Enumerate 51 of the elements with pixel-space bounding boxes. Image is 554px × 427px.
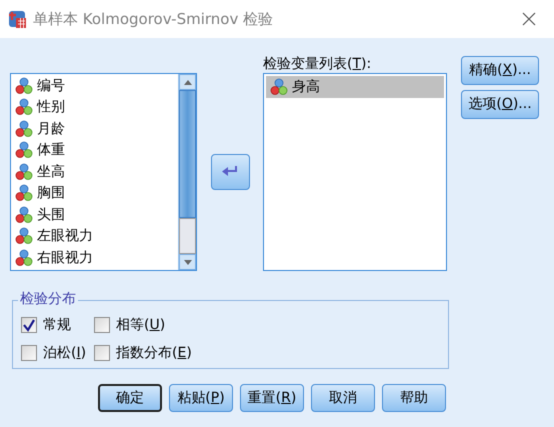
variable-item[interactable]: 左眼视力 xyxy=(11,226,178,247)
checkbox-option[interactable]: 泊松(I) xyxy=(21,343,94,363)
variable-item[interactable]: 体重 xyxy=(11,140,178,161)
dialog-button[interactable]: 精确(X)... xyxy=(461,56,539,85)
scroll-thumb[interactable] xyxy=(179,218,196,254)
close-icon[interactable] xyxy=(522,12,536,26)
source-variable-list[interactable]: 编号 性别 月龄 体重 坐高 胸围 头围 左眼视力 右眼视力 xyxy=(10,73,197,271)
down-arrow-icon xyxy=(184,260,192,264)
variable-icon xyxy=(15,162,33,181)
variable-item[interactable]: 坐高 xyxy=(11,161,178,182)
checkbox[interactable] xyxy=(94,317,110,333)
group-title: 检验分布 xyxy=(18,291,78,308)
variable-icon xyxy=(15,227,33,246)
checkbox[interactable] xyxy=(21,345,37,361)
left-arrow-icon xyxy=(221,165,239,179)
dialog-button[interactable]: 确定 xyxy=(98,384,162,412)
app-icon xyxy=(7,9,27,29)
variable-item[interactable]: 月龄 xyxy=(11,118,178,140)
checkmark-icon xyxy=(22,318,36,332)
checkbox[interactable] xyxy=(94,345,110,361)
variable-item[interactable]: 胸围 xyxy=(11,182,178,204)
variable-item[interactable]: 头围 xyxy=(11,204,178,226)
checkbox-option[interactable]: 指数分布(E) xyxy=(94,343,192,363)
checkbox[interactable] xyxy=(21,317,37,333)
dialog-button[interactable]: 选项(O)... xyxy=(461,90,539,119)
variable-item[interactable]: 身高 xyxy=(266,76,444,98)
dialog-button[interactable]: 帮助 xyxy=(382,384,446,412)
variable-icon xyxy=(15,141,33,160)
variable-icon xyxy=(15,184,33,202)
up-arrow-icon xyxy=(184,80,192,84)
test-variable-list[interactable]: 身高 xyxy=(263,73,447,271)
window-title: 单样本 Kolmogorov-Smirnov 检验 xyxy=(33,8,274,30)
variable-icon xyxy=(15,98,33,116)
dialog-button[interactable]: 粘贴(P) xyxy=(169,384,233,412)
variable-icon xyxy=(15,76,33,95)
variable-item[interactable]: 性别 xyxy=(11,96,178,118)
scroll-up-button[interactable] xyxy=(179,74,196,90)
variable-item[interactable]: 右眼视力 xyxy=(11,247,178,268)
checkbox-option[interactable]: 相等(U) xyxy=(94,315,192,335)
dialog-button[interactable]: 重置(R) xyxy=(240,384,304,412)
scroll-down-button[interactable] xyxy=(179,254,196,270)
dialog-button[interactable]: 取消 xyxy=(311,384,375,412)
variable-icon xyxy=(15,206,33,224)
variable-item[interactable]: 编号 xyxy=(11,75,178,96)
variable-icon xyxy=(15,248,33,267)
scrollbar[interactable] xyxy=(178,74,196,270)
variable-icon xyxy=(270,78,288,96)
variable-icon xyxy=(15,120,33,138)
checkbox-option[interactable]: 常规 xyxy=(21,315,94,335)
move-button[interactable] xyxy=(210,154,250,190)
test-variable-label: 检验变量列表(T): xyxy=(263,56,372,73)
